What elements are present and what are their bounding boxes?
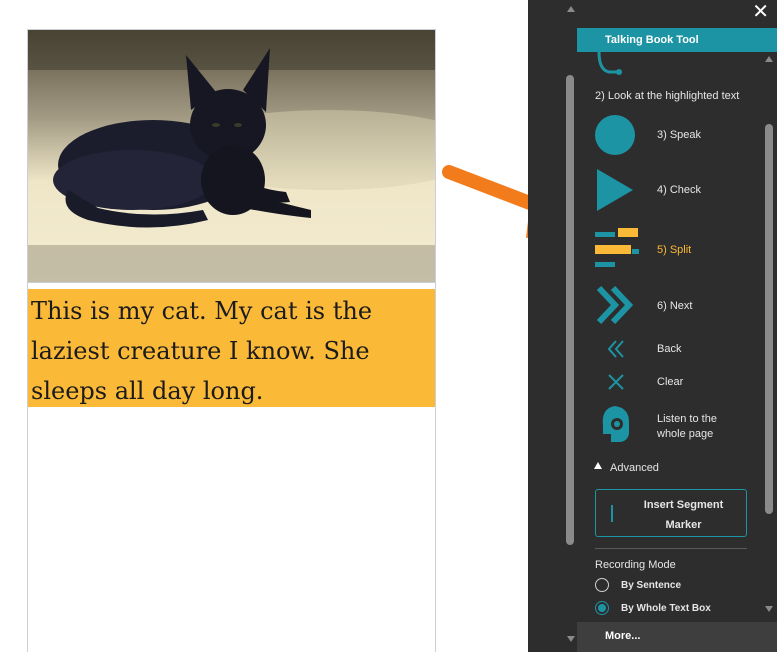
insert-segment-marker-label: Insert Segment Marker — [626, 495, 741, 535]
book-page: This is my cat. My cat is the laziest cr… — [27, 29, 436, 652]
listen-label[interactable]: Listen to the whole page — [657, 412, 717, 442]
by-whole-text-box-label[interactable]: By Whole Text Box — [621, 603, 711, 614]
clear-x-icon[interactable] — [606, 372, 626, 392]
panel-scrollbar-thumb[interactable] — [765, 124, 773, 514]
by-whole-text-box-radio[interactable] — [595, 601, 609, 615]
next-double-chevron-icon[interactable] — [595, 285, 635, 325]
scroll-down-icon[interactable] — [567, 636, 575, 642]
by-sentence-radio[interactable] — [595, 578, 609, 592]
listen-head-icon[interactable] — [599, 404, 631, 444]
next-label[interactable]: 6) Next — [657, 300, 692, 312]
panel-title: Talking Book Tool — [577, 28, 777, 52]
listen-label-line-2: whole page — [657, 428, 714, 440]
advanced-toggle[interactable]: Advanced — [610, 462, 659, 474]
by-sentence-label[interactable]: By Sentence — [621, 580, 681, 591]
speak-icon[interactable] — [595, 115, 635, 155]
sentence-line-3: sleeps all day long. — [31, 377, 264, 405]
scroll-up-icon[interactable] — [567, 6, 575, 12]
back-label[interactable]: Back — [657, 343, 681, 355]
page-scrollbar-area — [528, 0, 577, 652]
panel-scroll-up-icon[interactable] — [765, 56, 773, 62]
divider — [595, 548, 747, 549]
check-play-icon[interactable] — [595, 167, 635, 213]
more-button[interactable]: More... — [577, 622, 777, 652]
sentence-line-1: This is my cat. My cat is the — [31, 297, 373, 325]
back-chevron-icon[interactable] — [606, 339, 626, 359]
highlighted-text-box[interactable]: This is my cat. My cat is the laziest cr… — [28, 289, 435, 407]
close-icon[interactable]: ✕ — [752, 2, 769, 22]
insert-label-line-1: Insert Segment — [643, 499, 724, 511]
cat-photo — [28, 30, 435, 283]
recording-mode-heading: Recording Mode — [595, 559, 676, 571]
clear-label[interactable]: Clear — [657, 376, 683, 388]
speak-label[interactable]: 3) Speak — [657, 129, 701, 141]
talking-book-panel: ✕ Talking Book Tool 2) Look at the highl… — [577, 0, 777, 652]
page-scrollbar-thumb[interactable] — [566, 75, 574, 545]
cat-photo-image — [28, 30, 435, 282]
insert-segment-marker-button[interactable]: Insert Segment Marker — [595, 489, 747, 537]
panel-scroll-down-icon[interactable] — [765, 606, 773, 612]
segment-marker-icon — [611, 505, 613, 522]
panel-scrollbar[interactable] — [763, 52, 777, 622]
split-label[interactable]: 5) Split — [657, 244, 691, 256]
advanced-triangle-icon[interactable] — [594, 462, 602, 469]
sentence-line-2: laziest creature I know. She — [31, 337, 370, 365]
step-2-label: 2) Look at the highlighted text — [595, 90, 740, 102]
listen-label-line-1: Listen to the — [657, 413, 717, 425]
book-page-area: This is my cat. My cat is the laziest cr… — [0, 0, 528, 652]
page-scrollbar[interactable] — [565, 0, 577, 652]
headset-icon — [597, 52, 622, 75]
panel-body: 2) Look at the highlighted text 3) Speak… — [577, 52, 761, 622]
check-label[interactable]: 4) Check — [657, 184, 701, 196]
split-icon[interactable] — [595, 227, 641, 269]
insert-label-line-2: Marker — [665, 519, 702, 531]
